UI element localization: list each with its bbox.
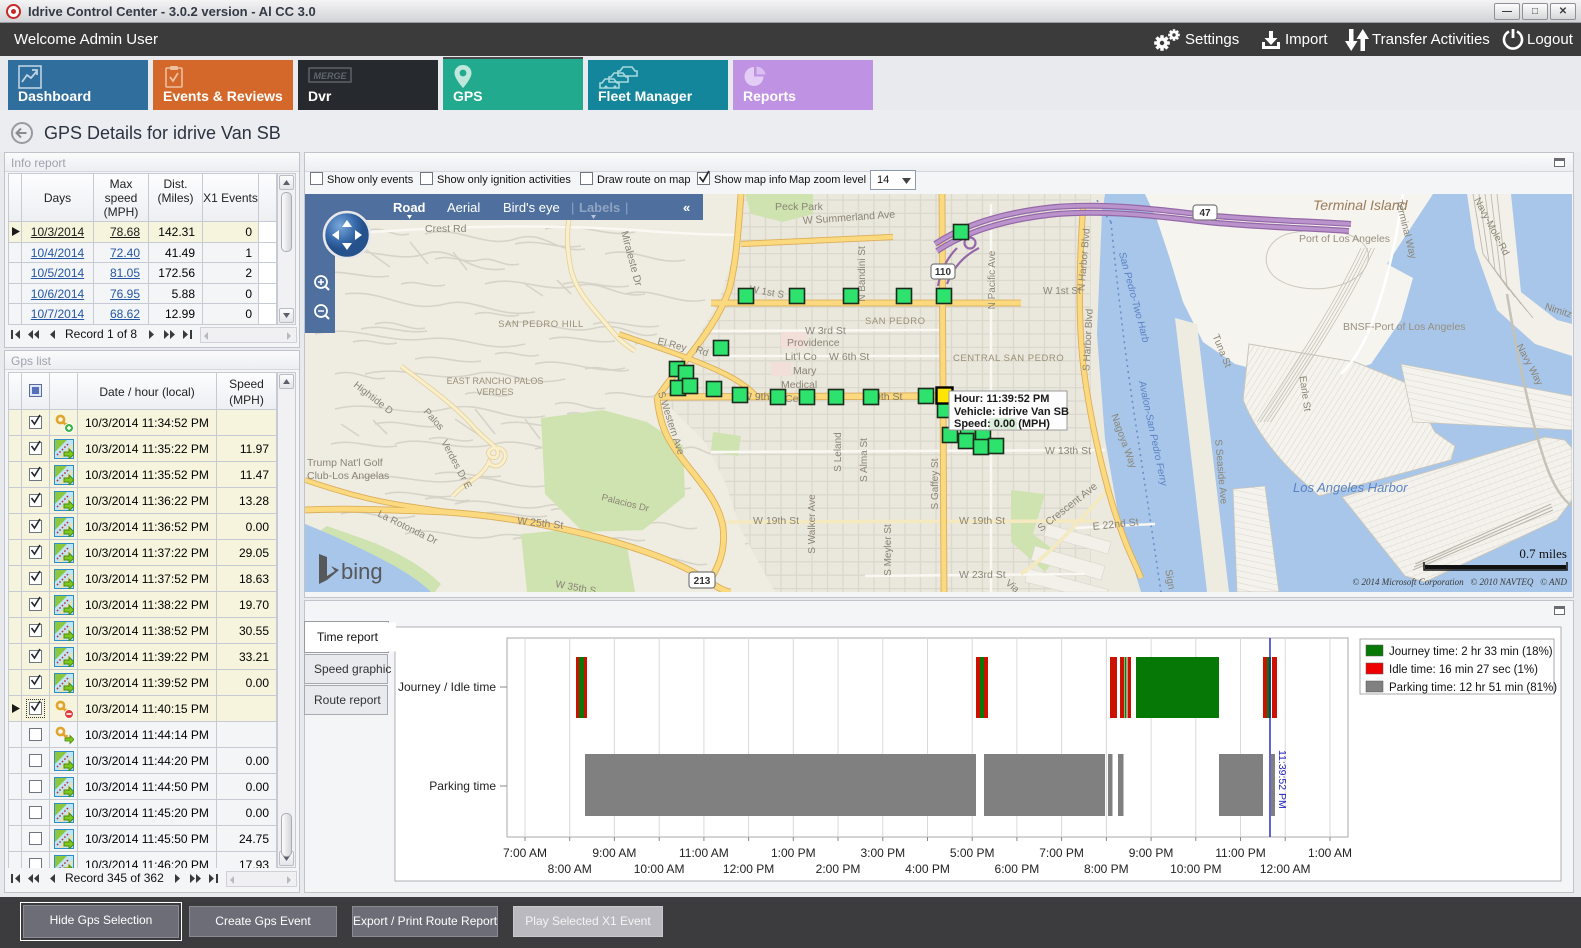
svg-text:SAN PEDRO HILL: SAN PEDRO HILL: [498, 319, 584, 330]
svg-text:Bird's eye: Bird's eye: [503, 200, 560, 215]
svg-text:Parking time: 12 hr 51 min (81: Parking time: 12 hr 51 min (81%): [1389, 682, 1557, 694]
svg-text:Providence: Providence: [787, 337, 840, 349]
svg-text:Vehicle: idrive Van SB: Vehicle: idrive Van SB: [954, 406, 1069, 418]
svg-text:1:00 PM: 1:00 PM: [771, 846, 816, 860]
svg-text:MERGE: MERGE: [313, 71, 347, 81]
svg-text:Los Angeles Harbor: Los Angeles Harbor: [1293, 480, 1408, 495]
svg-text:7:00 PM: 7:00 PM: [1039, 846, 1084, 860]
svg-text:Trump Nat'l Golf: Trump Nat'l Golf: [307, 457, 383, 469]
svg-text:Speed: 0.00 (MPH): Speed: 0.00 (MPH): [954, 418, 1050, 430]
svg-text:S Alma St: S Alma St: [859, 438, 870, 482]
svg-text:Labels: Labels: [579, 200, 620, 215]
svg-text:Journey time: 2 hr 33 min (18%: Journey time: 2 hr 33 min (18%): [1389, 646, 1553, 658]
svg-text:EAST RANCHO PALOS: EAST RANCHO PALOS: [447, 376, 544, 386]
svg-text:Port of Los Angeles: Port of Los Angeles: [1299, 233, 1390, 245]
svg-text:Idle time: 16 min 27 sec (1%): Idle time: 16 min 27 sec (1%): [1389, 664, 1538, 676]
svg-text:S Walker Ave: S Walker Ave: [807, 494, 818, 554]
svg-text:VERDES: VERDES: [476, 387, 513, 397]
svg-text:Lit'l Co: Lit'l Co: [785, 351, 817, 363]
svg-text:bing: bing: [341, 559, 383, 584]
svg-text:© 2014 Microsoft Corporation: © 2014 Microsoft Corporation © 2010 NAVT…: [1352, 577, 1567, 587]
svg-text:Parking time: Parking time: [429, 779, 496, 793]
svg-text:11:00 PM: 11:00 PM: [1215, 846, 1265, 860]
svg-text:12:00 PM: 12:00 PM: [723, 862, 774, 876]
svg-text:W 6th St: W 6th St: [829, 351, 869, 363]
svg-text:Time report: Time report: [317, 630, 379, 644]
svg-text:S Gaffey St: S Gaffey St: [930, 458, 941, 509]
svg-text:213: 213: [694, 576, 711, 587]
svg-text:W 1st St: W 1st St: [1043, 286, 1081, 297]
svg-text:10:00 AM: 10:00 AM: [634, 862, 685, 876]
svg-text:12:00 AM: 12:00 AM: [1260, 862, 1311, 876]
svg-text:|: |: [625, 200, 628, 215]
svg-text:11:00 AM: 11:00 AM: [679, 846, 729, 860]
svg-text:7:00 AM: 7:00 AM: [503, 846, 547, 860]
svg-text:N Pacific Ave: N Pacific Ave: [987, 250, 998, 309]
svg-text:Speed graphic: Speed graphic: [314, 662, 391, 676]
svg-text:Route report: Route report: [314, 693, 381, 707]
svg-text:6:00 PM: 6:00 PM: [995, 862, 1040, 876]
svg-text:2:00 PM: 2:00 PM: [816, 862, 861, 876]
svg-text:8:00 PM: 8:00 PM: [1084, 862, 1129, 876]
svg-text:W 23rd St: W 23rd St: [959, 569, 1006, 581]
svg-text:W 19th St: W 19th St: [959, 515, 1005, 527]
svg-text:W 3rd St: W 3rd St: [805, 325, 846, 337]
svg-text:Journey / Idle time: Journey / Idle time: [398, 680, 496, 694]
svg-text:S Leland: S Leland: [833, 432, 844, 471]
svg-text:BNSF-Port of Los Angeles: BNSF-Port of Los Angeles: [1343, 321, 1466, 333]
svg-text:5:00 PM: 5:00 PM: [950, 846, 995, 860]
svg-text:Mary: Mary: [793, 365, 817, 377]
svg-text:Peck Park: Peck Park: [775, 201, 824, 213]
svg-text:11:39:52 PM: 11:39:52 PM: [1276, 750, 1288, 809]
svg-text:3:00 PM: 3:00 PM: [860, 846, 905, 860]
svg-text:8:00 AM: 8:00 AM: [548, 862, 592, 876]
svg-text:W 13th St: W 13th St: [1045, 445, 1091, 457]
svg-text:Road: Road: [393, 200, 426, 215]
svg-text:110: 110: [935, 267, 952, 278]
svg-text:0.7 miles: 0.7 miles: [1519, 546, 1567, 561]
svg-text:Hour: 11:39:52 PM: Hour: 11:39:52 PM: [954, 393, 1049, 405]
svg-text:1:00 AM: 1:00 AM: [1308, 846, 1352, 860]
svg-text:Club-Los Angelas: Club-Los Angelas: [307, 470, 389, 482]
svg-text:4:00 PM: 4:00 PM: [905, 862, 950, 876]
svg-text:9:00 PM: 9:00 PM: [1129, 846, 1174, 860]
svg-text:W 19th St: W 19th St: [753, 515, 799, 527]
svg-text:Crest Rd: Crest Rd: [425, 223, 467, 235]
svg-text:|: |: [571, 200, 574, 215]
svg-text:10:00 PM: 10:00 PM: [1170, 862, 1221, 876]
svg-text:47: 47: [1199, 208, 1211, 219]
svg-text:9:00 AM: 9:00 AM: [592, 846, 636, 860]
svg-text:«: «: [683, 200, 690, 215]
svg-text:S Meyler St: S Meyler St: [883, 524, 894, 576]
svg-text:SAN PEDRO: SAN PEDRO: [865, 316, 925, 327]
svg-text:CENTRAL SAN PEDRO: CENTRAL SAN PEDRO: [953, 353, 1064, 364]
svg-text:Aerial: Aerial: [447, 200, 480, 215]
